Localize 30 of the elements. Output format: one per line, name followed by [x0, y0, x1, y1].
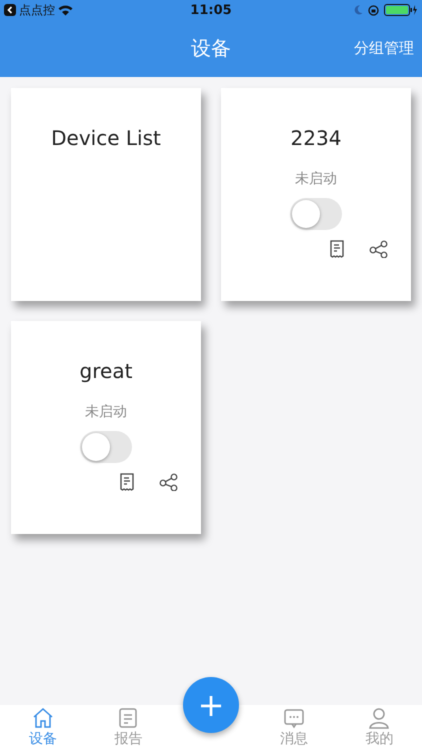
receipt-icon[interactable] — [329, 240, 345, 258]
card-title: Device List — [51, 126, 161, 150]
page-title: 设备 — [191, 35, 231, 62]
device-card[interactable]: Device List — [11, 88, 201, 301]
rotation-lock-icon — [368, 4, 379, 16]
device-status: 未启动 — [85, 403, 127, 421]
tab-item[interactable]: 设备 — [0, 705, 86, 750]
toggle-switch[interactable] — [80, 431, 132, 463]
tab-item[interactable]: 报告 — [86, 705, 171, 750]
share-icon[interactable] — [369, 240, 389, 258]
toggle-switch[interactable] — [290, 198, 342, 230]
tab-item[interactable]: 消息 — [251, 705, 336, 750]
person-icon — [367, 706, 392, 730]
tab-item[interactable]: 我的 — [336, 705, 422, 750]
moon-icon — [354, 5, 363, 15]
receipt-icon[interactable] — [119, 473, 135, 491]
device-name: 2234 — [290, 126, 342, 150]
status-time: 11:05 — [190, 2, 232, 18]
device-status: 未启动 — [295, 170, 337, 188]
back-app-label[interactable]: 点点控 — [19, 2, 55, 18]
wifi-icon — [58, 4, 73, 16]
device-card[interactable]: great 未启动 — [11, 321, 201, 534]
add-button[interactable]: + — [183, 677, 239, 733]
back-icon[interactable] — [4, 4, 16, 16]
home-icon — [30, 706, 55, 730]
device-card[interactable]: 2234 未启动 — [221, 88, 411, 301]
group-manage-link[interactable]: 分组管理 — [354, 39, 414, 58]
device-name: great — [80, 359, 132, 383]
share-icon[interactable] — [159, 473, 179, 491]
battery-icon — [384, 4, 418, 16]
